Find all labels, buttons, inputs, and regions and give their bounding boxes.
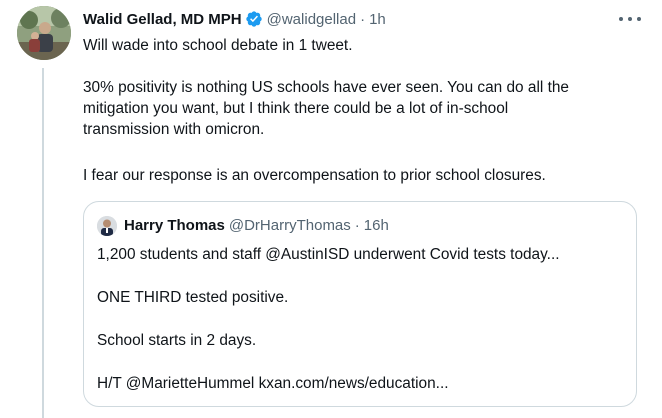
author-handle[interactable]: @walidgellad bbox=[267, 11, 356, 28]
tweet-text-line: Will wade into school debate in 1 tweet. bbox=[83, 37, 353, 54]
quoted-text-line: 1,200 students and staff @AustinISD unde… bbox=[97, 246, 560, 263]
quoted-author-avatar[interactable] bbox=[97, 216, 117, 236]
tweet-text-line: transmission with omicron. bbox=[83, 121, 265, 138]
tweet-text-line: 30% positivity is nothing US schools hav… bbox=[83, 79, 569, 96]
quoted-text-line: H/T @MarietteHummel kxan.com/news/educat… bbox=[97, 375, 449, 392]
quoted-text-line: ONE THIRD tested positive. bbox=[97, 289, 289, 306]
separator-dot: · bbox=[360, 10, 366, 28]
quoted-tweet-card[interactable]: Harry Thomas @DrHarryThomas · 16h 1,200 … bbox=[83, 201, 637, 407]
quoted-tweet-timestamp[interactable]: 16h bbox=[364, 217, 389, 234]
tweet[interactable]: Walid Gellad, MD MPH @walidgellad · 1h W… bbox=[0, 0, 662, 418]
thread-line bbox=[42, 68, 44, 418]
author-name[interactable]: Walid Gellad, MD MPH bbox=[83, 11, 242, 28]
tweet-timestamp[interactable]: 1h bbox=[369, 11, 386, 28]
verified-badge-icon bbox=[245, 11, 262, 27]
tweet-text-line: I fear our response is an overcompensati… bbox=[83, 167, 546, 184]
quoted-text-line: School starts in 2 days. bbox=[97, 332, 257, 349]
author-avatar[interactable] bbox=[17, 6, 71, 60]
quoted-author-name[interactable]: Harry Thomas bbox=[124, 217, 225, 234]
quoted-author-handle[interactable]: @DrHarryThomas bbox=[229, 217, 351, 234]
more-options-icon[interactable] bbox=[619, 11, 641, 27]
quoted-tweet-header: Harry Thomas @DrHarryThomas · 16h bbox=[124, 215, 389, 235]
tweet-text-line: mitigation you want, but I think there c… bbox=[83, 100, 509, 117]
separator-dot: · bbox=[354, 216, 360, 234]
tweet-header: Walid Gellad, MD MPH @walidgellad · 1h bbox=[83, 9, 386, 29]
